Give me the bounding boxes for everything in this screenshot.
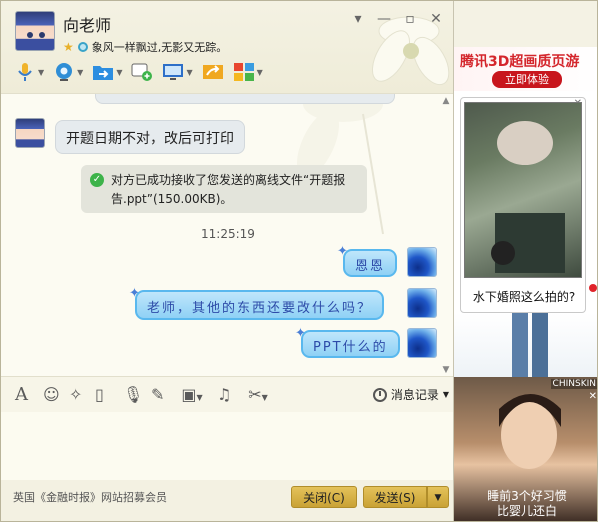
fashion-ad-image[interactable] <box>454 313 597 377</box>
message-text: PPT什么的 <box>313 340 388 355</box>
message-text: 恩恩 <box>355 259 386 274</box>
game-ad-title: 腾讯3D超画质页游 <box>460 54 580 70</box>
sidebar-topbar <box>454 1 597 47</box>
window-controls: ▾ — ▫ ✕ <box>351 11 443 27</box>
sent-message-bubble: PPT什么的 <box>301 330 400 358</box>
input-toolbar: A ☺ ✧ ▯ 🎙 ✎ ▣▼ ♫ ✂▼ 消息记录 ▼ <box>1 376 453 412</box>
portrait-image <box>499 394 561 469</box>
promo-link[interactable]: 英国《金融时报》网站招募会员 <box>13 489 167 505</box>
chevron-down-icon: ▼ <box>77 67 84 77</box>
video-ad-brand: CHINSKIN <box>550 379 597 389</box>
contact-avatar-small[interactable] <box>15 118 45 148</box>
share-screen-button[interactable] <box>199 59 227 85</box>
chat-header: 向老师 ★ 象风一样飘过,无影又无踪。 ▾ — ▫ ✕ ▼ ▼ ▼ ▼ ▼ <box>1 1 453 93</box>
photo-ad-card[interactable]: ✕ 水下婚照这么拍的? <box>460 97 586 313</box>
photo-ad-caption: 水下婚照这么拍的? <box>472 290 576 304</box>
chevron-down-icon: ▼ <box>442 390 449 399</box>
apps-button[interactable]: ▼ <box>230 59 266 85</box>
close-window-button[interactable]: ✕ <box>429 11 443 27</box>
message-text: 老师，其他的东西还要改什么吗？ <box>147 301 373 316</box>
video-ad[interactable]: CHINSKIN 睡前3个好习惯 比婴儿还白 ✕ <box>454 377 597 521</box>
message-text: 开题日期不对，改后可打印 <box>66 131 234 147</box>
notification-dot <box>589 284 597 292</box>
notice-text: 对方已成功接收了您发送的离线文件“开题报告.ppt”(150.00KB)。 <box>111 173 346 206</box>
video-call-button[interactable]: ▼ <box>50 59 86 85</box>
my-avatar[interactable] <box>407 288 437 318</box>
contact-avatar[interactable] <box>15 11 55 51</box>
chat-window: 向老师 ★ 象风一样飘过,无影又无踪。 ▾ — ▫ ✕ ▼ ▼ ▼ ▼ ▼ 开题… <box>0 0 598 522</box>
share-icon <box>202 65 223 79</box>
received-message-bubble: 开题日期不对，改后可打印 <box>55 120 245 154</box>
apps-grid-icon <box>233 63 254 81</box>
screenshot-scissors-icon[interactable]: ✂▼ <box>243 385 273 405</box>
chevron-down-icon: ▼ <box>38 67 45 77</box>
sent-message-bubble: 老师，其他的东西还要改什么吗？ <box>135 290 385 320</box>
contact-name: 向老师 <box>63 16 112 35</box>
chevron-down-icon: ▼ <box>256 67 263 77</box>
folder-transfer-icon <box>93 66 114 80</box>
close-button[interactable]: 关闭(C) <box>291 486 357 508</box>
message-scrollbar[interactable]: ▲ ▼ <box>441 94 451 376</box>
ad-sidebar: 腾讯3D超画质页游 立即体验 ✕ 水下婚照这么拍的? CHINSKIN <box>453 1 597 521</box>
star-icon: ★ <box>63 40 74 54</box>
chevron-down-icon: ▼ <box>186 67 193 77</box>
microphone-icon <box>18 63 32 81</box>
picture-icon[interactable]: ▣▼ <box>177 385 207 405</box>
video-ad-caption-2: 比婴儿还白 <box>496 504 557 518</box>
create-discussion-button[interactable] <box>128 59 156 85</box>
emoji-icon[interactable]: ☺ <box>43 385 60 405</box>
close-icon[interactable]: ✕ <box>589 391 597 402</box>
message-list[interactable]: 开题日期不对，改后可打印 ✓ 对方已成功接收了您发送的离线文件“开题报告.ppt… <box>1 93 453 376</box>
sent-message-bubble: 恩恩 <box>343 249 398 277</box>
font-icon[interactable]: A <box>15 385 28 405</box>
status-line: ★ 象风一样飘过,无影又无踪。 <box>63 39 227 55</box>
previous-message-bubble <box>95 94 395 104</box>
maximize-button[interactable]: ▫ <box>403 11 417 27</box>
minimize-button[interactable]: — <box>377 11 391 27</box>
skin-menu-icon[interactable]: ▾ <box>351 11 365 27</box>
status-message: 象风一样飘过,无影又无踪。 <box>91 41 228 54</box>
monitor-icon <box>163 64 184 80</box>
remote-assist-button[interactable]: ▼ <box>159 59 195 85</box>
message-input[interactable] <box>1 412 453 480</box>
wedding-photo <box>464 102 582 278</box>
footer-bar: 英国《金融时报》网站招募会员 关闭(C) 发送(S) ▼ <box>1 480 453 521</box>
message-history-button[interactable]: 消息记录 ▼ <box>372 386 449 403</box>
clock-icon <box>372 387 387 402</box>
file-received-notice: ✓ 对方已成功接收了您发送的离线文件“开题报告.ppt”(150.00KB)。 <box>81 165 367 213</box>
my-avatar[interactable] <box>407 328 437 358</box>
send-button[interactable]: 发送(S) <box>363 486 427 508</box>
send-options-dropdown[interactable]: ▼ <box>427 486 449 508</box>
vibrate-icon[interactable]: ▯ <box>95 385 104 405</box>
chevron-down-icon: ▼ <box>116 67 123 77</box>
my-avatar[interactable] <box>407 247 437 277</box>
voice-message-icon[interactable]: 🎙 <box>123 385 143 405</box>
send-file-button[interactable]: ▼ <box>89 59 125 85</box>
photo-image <box>491 121 565 273</box>
online-status-icon <box>77 42 88 52</box>
edit-icon[interactable]: ✎ <box>151 385 164 405</box>
game-ad-button[interactable]: 立即体验 <box>492 71 562 88</box>
message-timestamp: 11:25:19 <box>201 227 255 241</box>
voice-call-button[interactable]: ▼ <box>11 59 47 85</box>
jeans-image <box>512 313 548 377</box>
webcam-icon <box>56 63 73 81</box>
chat-add-icon <box>131 63 153 81</box>
music-icon[interactable]: ♫ <box>217 385 231 405</box>
history-label: 消息记录 <box>390 388 439 402</box>
scroll-up-arrow-icon[interactable]: ▲ <box>441 96 451 106</box>
check-circle-icon: ✓ <box>90 173 104 187</box>
game-ad-banner[interactable]: 腾讯3D超画质页游 立即体验 <box>454 47 597 91</box>
shake-icon[interactable]: ✧ <box>69 385 82 405</box>
top-toolbar: ▼ ▼ ▼ ▼ ▼ <box>11 59 266 85</box>
scroll-down-arrow-icon[interactable]: ▼ <box>441 365 451 375</box>
